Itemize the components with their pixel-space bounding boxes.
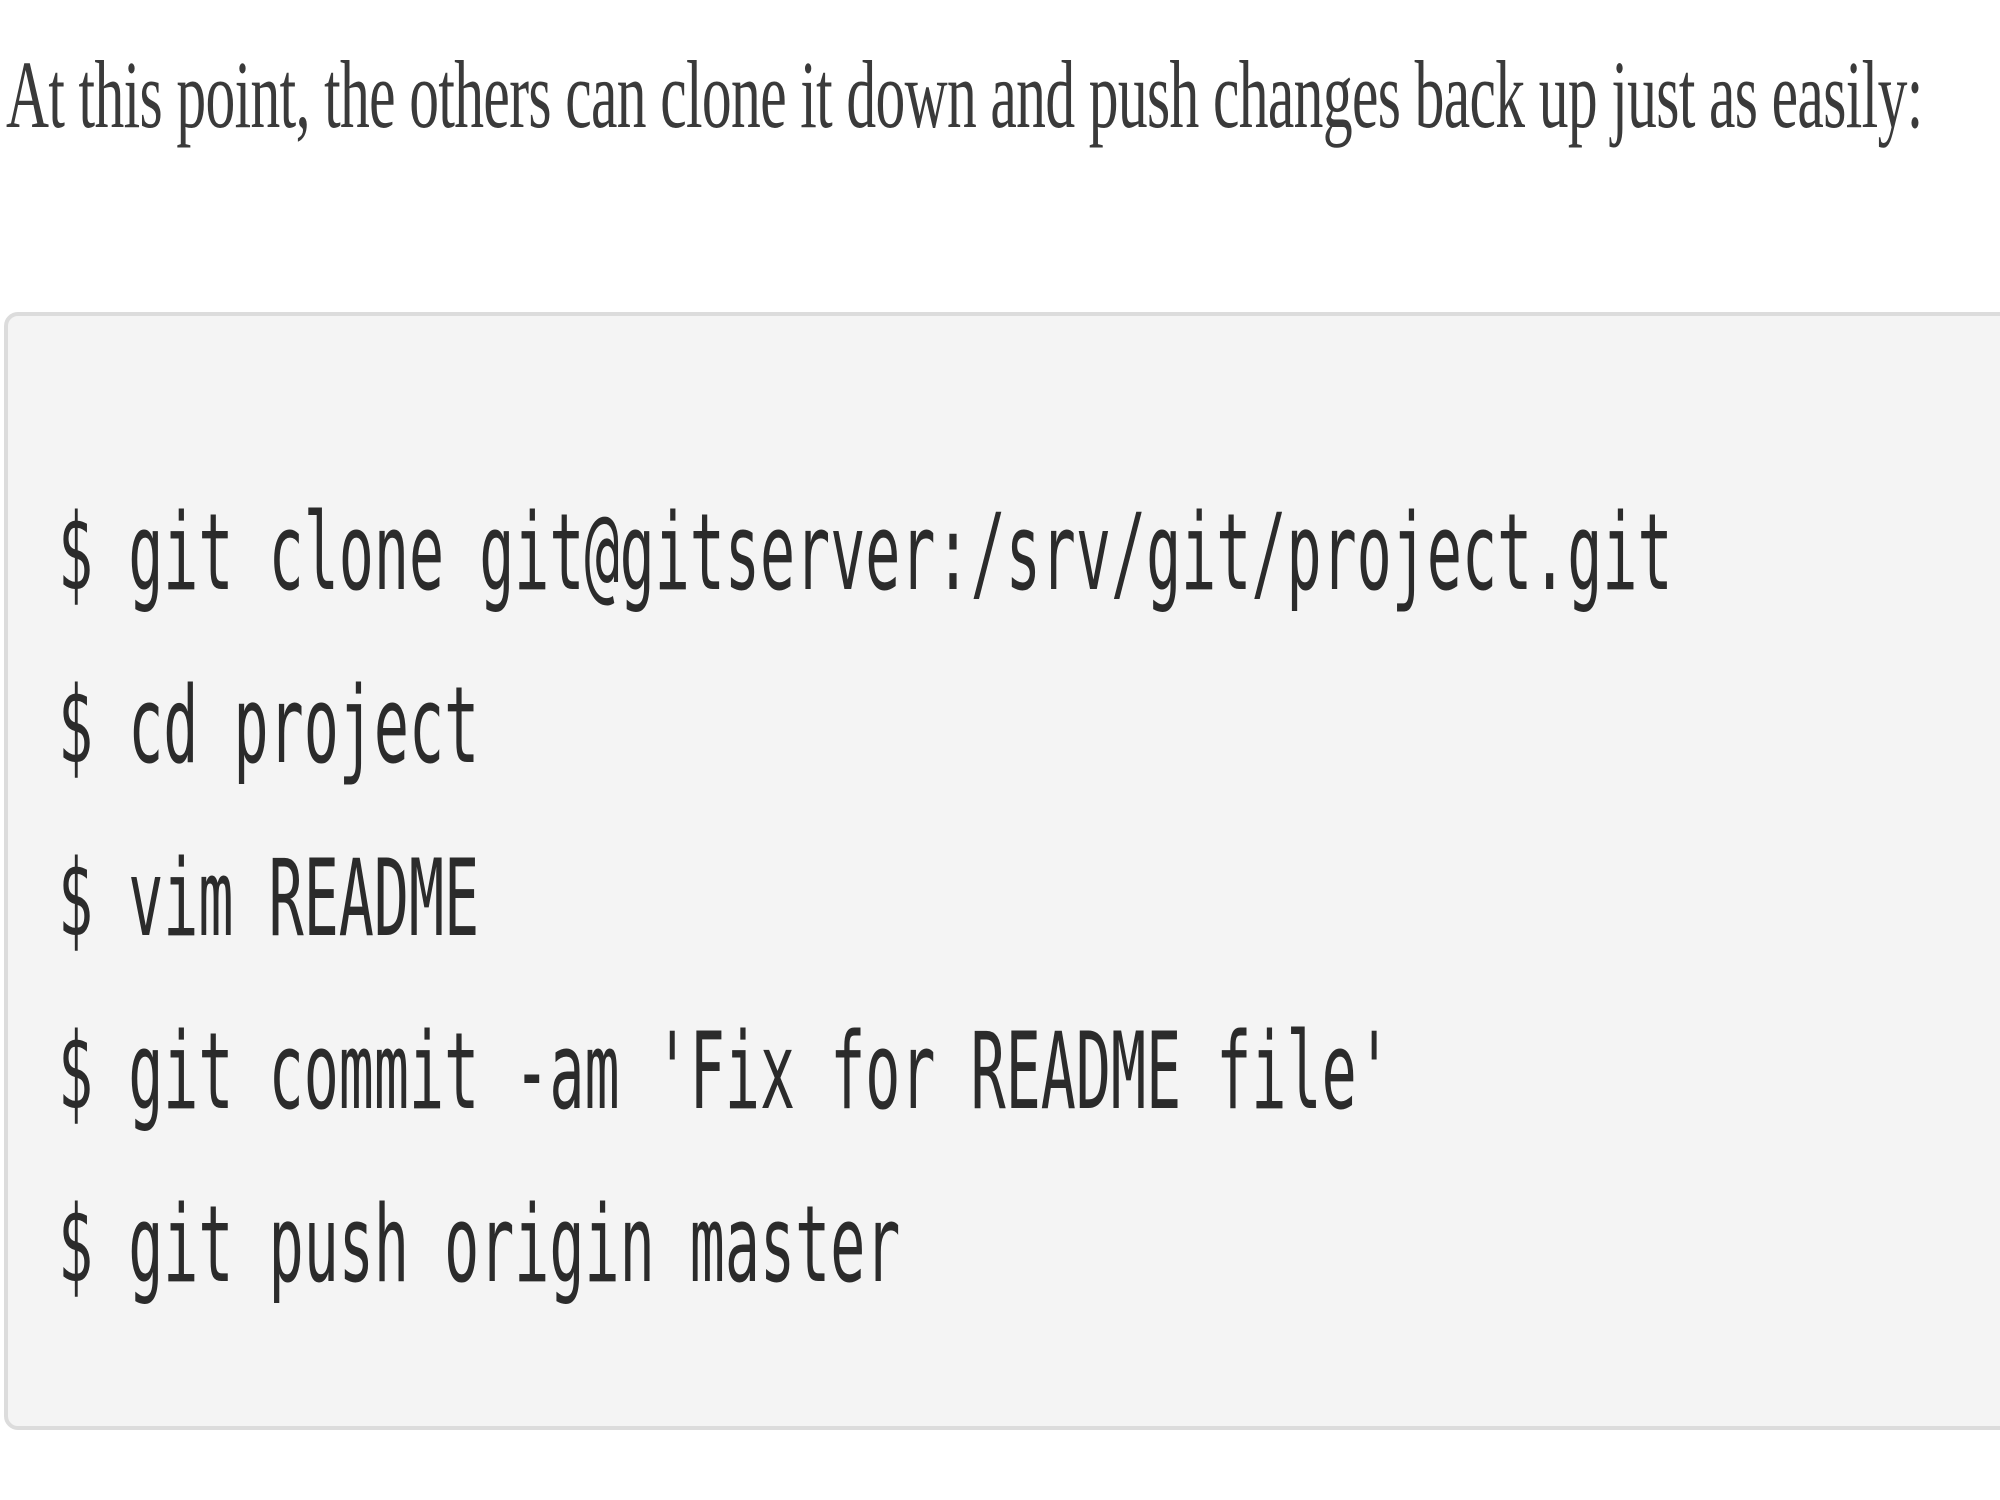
code-block: $ git clone git@gitserver:/srv/git/proje… [4,312,2000,1430]
code-line: $ git push origin master [58,1183,901,1306]
code-line: $ git clone git@gitserver:/srv/git/proje… [58,491,1673,614]
document-page: At this point, the others can clone it d… [0,0,2000,1500]
intro-paragraph: At this point, the others can clone it d… [6,41,1923,148]
code-line: $ cd project [58,664,480,787]
code-line: $ vim README [58,837,480,960]
code-line: $ git commit -am 'Fix for README file' [58,1010,1392,1133]
code-lines: $ git clone git@gitserver:/srv/git/proje… [58,466,1673,1331]
